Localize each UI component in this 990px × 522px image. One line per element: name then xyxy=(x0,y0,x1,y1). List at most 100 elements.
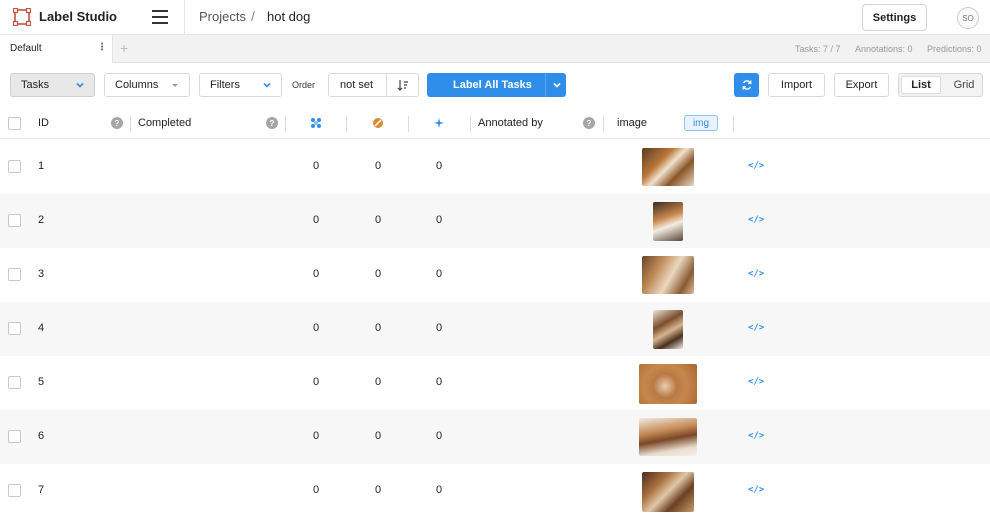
columns-dropdown-label: Columns xyxy=(115,79,159,91)
table-header: ID ? Completed ? Annotated by ? image im… xyxy=(0,109,990,139)
table-row[interactable]: 5 0 0 0 </> xyxy=(0,356,990,410)
cell-id: 1 xyxy=(38,160,45,172)
table-row[interactable]: 6 0 0 0 </> xyxy=(0,410,990,464)
refresh-button[interactable] xyxy=(734,73,759,97)
row-checkbox[interactable] xyxy=(8,322,21,335)
tasks-dropdown-label: Tasks xyxy=(21,79,50,91)
image-thumbnail[interactable] xyxy=(653,310,683,349)
order-select-value: not set xyxy=(340,79,374,91)
view-list-option[interactable]: List xyxy=(901,76,941,94)
image-thumbnail[interactable] xyxy=(653,202,683,241)
split-divider xyxy=(545,73,546,97)
cell-annotations: 0 xyxy=(313,322,320,334)
hamburger-menu-icon[interactable] xyxy=(152,10,168,24)
row-checkbox[interactable] xyxy=(8,268,21,281)
cell-cancelled: 0 xyxy=(375,160,382,172)
help-icon[interactable]: ? xyxy=(583,117,595,129)
order-label: Order xyxy=(292,80,316,90)
predictions-count-icon[interactable] xyxy=(433,117,445,129)
column-header-completed[interactable]: Completed xyxy=(138,117,191,129)
help-icon[interactable]: ? xyxy=(111,117,123,129)
tasks-dropdown[interactable]: Tasks xyxy=(10,73,95,97)
breadcrumb-current-project[interactable]: hot dog xyxy=(267,9,310,24)
cell-annotations: 0 xyxy=(313,484,320,496)
annotations-count-icon[interactable] xyxy=(310,117,322,129)
chevron-down-icon xyxy=(76,82,84,88)
column-header-annotated-by[interactable]: Annotated by xyxy=(478,117,543,129)
code-icon[interactable]: </> xyxy=(748,431,764,441)
table-row[interactable]: 3 0 0 0 </> xyxy=(0,248,990,302)
code-icon[interactable]: </> xyxy=(748,485,764,495)
chevron-down-icon[interactable] xyxy=(552,80,562,90)
code-icon[interactable]: </> xyxy=(748,269,764,279)
app-name[interactable]: Label Studio xyxy=(39,9,117,24)
user-avatar[interactable]: SO xyxy=(957,7,979,29)
cell-id: 6 xyxy=(38,430,45,442)
row-checkbox[interactable] xyxy=(8,484,21,497)
export-button[interactable]: Export xyxy=(834,73,889,97)
top-bar: Label Studio Projects / hot dog Settings… xyxy=(0,0,990,35)
refresh-icon xyxy=(742,80,751,90)
cell-annotations: 0 xyxy=(313,376,320,388)
column-divider xyxy=(130,116,131,132)
column-header-image[interactable]: image xyxy=(617,117,647,129)
image-thumbnail[interactable] xyxy=(642,472,694,512)
table-row[interactable]: 7 0 0 0 </> xyxy=(0,464,990,518)
sort-direction-icon[interactable] xyxy=(386,74,419,96)
cell-predictions: 0 xyxy=(436,160,443,172)
table-row[interactable]: 4 0 0 0 </> xyxy=(0,302,990,356)
cell-predictions: 0 xyxy=(436,484,443,496)
filters-dropdown-label: Filters xyxy=(210,79,240,91)
settings-button[interactable]: Settings xyxy=(862,4,927,31)
caret-down-icon xyxy=(172,84,178,87)
view-grid-option[interactable]: Grid xyxy=(946,76,982,94)
cell-cancelled: 0 xyxy=(375,484,382,496)
cell-id: 4 xyxy=(38,322,45,334)
image-thumbnail[interactable] xyxy=(639,418,697,456)
tab-default[interactable]: Default ⋮ xyxy=(0,35,113,63)
table-row[interactable]: 1 0 0 0 </> xyxy=(0,140,990,194)
column-divider xyxy=(285,116,286,132)
cell-id: 3 xyxy=(38,268,45,280)
code-icon[interactable]: </> xyxy=(748,161,764,171)
code-icon[interactable]: </> xyxy=(748,323,764,333)
import-button[interactable]: Import xyxy=(768,73,825,97)
image-thumbnail[interactable] xyxy=(639,364,697,404)
order-select[interactable]: not set xyxy=(328,73,419,97)
columns-dropdown[interactable]: Columns xyxy=(104,73,190,97)
select-all-checkbox[interactable] xyxy=(8,117,21,130)
view-toggle: List Grid xyxy=(898,73,983,97)
column-header-id[interactable]: ID xyxy=(38,117,49,129)
annotations-count: Annotations: 0 xyxy=(855,44,913,54)
column-divider xyxy=(346,116,347,132)
table-row[interactable]: 2 0 0 0 </> xyxy=(0,194,990,248)
row-checkbox[interactable] xyxy=(8,160,21,173)
column-divider xyxy=(603,116,604,132)
row-checkbox[interactable] xyxy=(8,214,21,227)
cell-id: 5 xyxy=(38,376,45,388)
row-checkbox[interactable] xyxy=(8,376,21,389)
filters-dropdown[interactable]: Filters xyxy=(199,73,282,97)
cell-cancelled: 0 xyxy=(375,214,382,226)
add-tab-icon[interactable]: + xyxy=(120,40,128,56)
help-icon[interactable]: ? xyxy=(266,117,278,129)
image-thumbnail[interactable] xyxy=(642,256,694,294)
cell-id: 2 xyxy=(38,214,45,226)
tasks-count: Tasks: 7 / 7 xyxy=(795,44,841,54)
topbar-divider xyxy=(184,0,185,35)
cell-annotations: 0 xyxy=(313,214,320,226)
row-checkbox[interactable] xyxy=(8,430,21,443)
cell-annotations: 0 xyxy=(313,160,320,172)
cancelled-count-icon[interactable] xyxy=(372,117,384,129)
column-divider xyxy=(408,116,409,132)
tab-bar: Default ⋮ + Tasks: 7 / 7 Annotations: 0 … xyxy=(0,35,990,63)
code-icon[interactable]: </> xyxy=(748,377,764,387)
label-all-tasks-button[interactable]: Label All Tasks xyxy=(427,73,566,97)
tab-options-icon[interactable]: ⋮ xyxy=(97,42,107,53)
code-icon[interactable]: </> xyxy=(748,215,764,225)
breadcrumb-projects[interactable]: Projects xyxy=(199,9,246,24)
breadcrumb-separator: / xyxy=(251,8,255,24)
image-thumbnail[interactable] xyxy=(642,148,694,186)
label-studio-logo-icon[interactable] xyxy=(13,8,31,26)
cell-cancelled: 0 xyxy=(375,322,382,334)
